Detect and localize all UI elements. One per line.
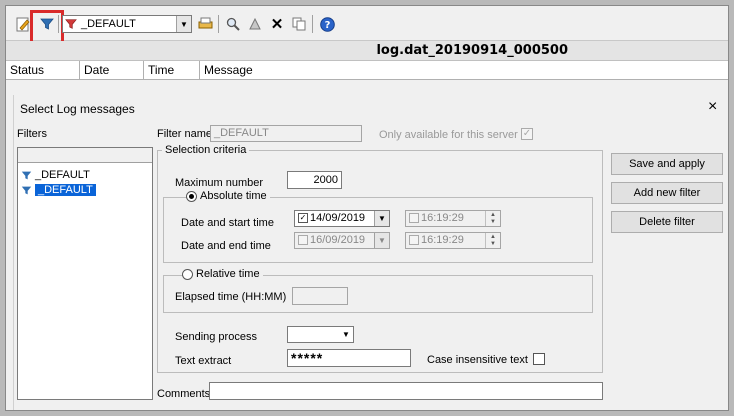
- end-time-value: 16:19:29: [421, 234, 464, 246]
- toolbar: _DEFAULT ▼ ✕ ?: [6, 6, 728, 44]
- case-insensitive-label: Case insensitive text: [427, 354, 528, 366]
- absolute-time-group: [163, 197, 593, 263]
- separator: [312, 15, 313, 33]
- column-status[interactable]: Status: [6, 61, 80, 79]
- only-server-label: Only available for this server: [379, 129, 518, 141]
- end-date-checkbox[interactable]: [298, 235, 308, 245]
- sending-process-label: Sending process: [175, 331, 257, 343]
- filter-combo-value: _DEFAULT: [81, 18, 136, 30]
- text-extract-label: Text extract: [175, 355, 232, 367]
- selection-criteria-label: Selection criteria: [162, 144, 250, 156]
- absolute-time-radio[interactable]: [186, 191, 197, 202]
- filter-red-icon: [65, 19, 77, 29]
- start-date-checkbox[interactable]: ✓: [298, 213, 308, 223]
- filter-list-header: [18, 148, 152, 163]
- search-icon[interactable]: [224, 15, 242, 33]
- elapsed-time-input[interactable]: [292, 287, 348, 305]
- file-title: log.dat_20190914_000500: [376, 43, 568, 58]
- max-number-label: Maximum number: [175, 177, 264, 189]
- absolute-time-label: Absolute time: [197, 190, 270, 202]
- comments-label: Comments: [157, 388, 211, 400]
- max-number-input[interactable]: 2000: [287, 171, 342, 189]
- filter-list-item-label: _DEFAULT: [35, 184, 96, 196]
- column-time[interactable]: Time: [144, 61, 200, 79]
- properties-icon[interactable]: [246, 15, 264, 33]
- filter-name-label: Filter name: [157, 128, 213, 140]
- only-server-checkbox[interactable]: ✓: [521, 128, 533, 140]
- end-time-picker[interactable]: 16:19:29 ▲ ▼: [405, 232, 501, 249]
- column-date[interactable]: Date: [80, 61, 144, 79]
- select-log-dialog: Select Log messages × Filters _DEFAULT _…: [13, 95, 728, 410]
- filter-list: _DEFAULT _DEFAULT: [17, 147, 153, 400]
- delete-icon[interactable]: ✕: [268, 15, 286, 33]
- spinner-icon[interactable]: ▲ ▼: [485, 233, 500, 248]
- filter-icon: [21, 186, 32, 194]
- filter-list-item-label: _DEFAULT: [35, 169, 90, 181]
- filter-icon: [21, 171, 32, 179]
- relative-time-label: Relative time: [193, 268, 263, 280]
- spinner-icon[interactable]: ▲ ▼: [485, 211, 500, 226]
- relative-time-radio[interactable]: [182, 269, 193, 280]
- start-date-picker[interactable]: ✓ 14/09/2019 ▼: [294, 210, 390, 227]
- start-time-value: 16:19:29: [421, 212, 464, 224]
- end-label: Date and end time: [181, 240, 271, 252]
- filter-name-input[interactable]: _DEFAULT: [210, 125, 362, 142]
- start-time-checkbox[interactable]: [409, 213, 419, 223]
- separator: [58, 15, 59, 33]
- help-icon[interactable]: ?: [318, 15, 336, 33]
- end-date-value: 16/09/2019: [310, 234, 366, 246]
- elapsed-label: Elapsed time (HH:MM): [175, 291, 287, 303]
- add-filter-button[interactable]: Add new filter: [611, 182, 723, 204]
- filter-list-item[interactable]: _DEFAULT: [21, 169, 90, 181]
- chevron-down-icon[interactable]: ▼: [374, 233, 389, 248]
- start-time-picker[interactable]: 16:19:29 ▲ ▼: [405, 210, 501, 227]
- filter-list-item-selected[interactable]: _DEFAULT: [21, 184, 96, 196]
- end-date-picker[interactable]: 16/09/2019 ▼: [294, 232, 390, 249]
- column-message[interactable]: Message: [200, 61, 728, 79]
- chevron-down-icon[interactable]: ▼: [374, 211, 389, 226]
- file-title-bar: log.dat_20190914_000500: [6, 41, 728, 61]
- delete-filter-button[interactable]: Delete filter: [611, 211, 723, 233]
- column-header: Status Date Time Message: [6, 61, 728, 80]
- case-insensitive-checkbox[interactable]: [533, 353, 545, 365]
- svg-text:?: ?: [324, 20, 330, 31]
- sending-process-select[interactable]: ▼: [287, 326, 354, 343]
- start-date-value: 14/09/2019: [310, 212, 366, 224]
- filter-combo[interactable]: _DEFAULT ▼: [62, 15, 192, 33]
- copy-icon[interactable]: [290, 15, 308, 33]
- dialog-title: Select Log messages: [20, 102, 135, 116]
- separator: [218, 15, 219, 33]
- chevron-down-icon[interactable]: ▼: [339, 327, 353, 342]
- filters-label: Filters: [17, 128, 47, 140]
- end-time-checkbox[interactable]: [409, 235, 419, 245]
- main-window: _DEFAULT ▼ ✕ ? log.dat_20190914_000500 S…: [5, 5, 729, 411]
- start-label: Date and start time: [181, 217, 274, 229]
- close-icon[interactable]: ×: [708, 98, 717, 116]
- print-icon[interactable]: [196, 15, 214, 33]
- chevron-down-icon[interactable]: ▼: [176, 16, 191, 32]
- comments-input[interactable]: [209, 382, 603, 400]
- text-extract-input[interactable]: *****: [287, 349, 411, 367]
- save-apply-button[interactable]: Save and apply: [611, 153, 723, 175]
